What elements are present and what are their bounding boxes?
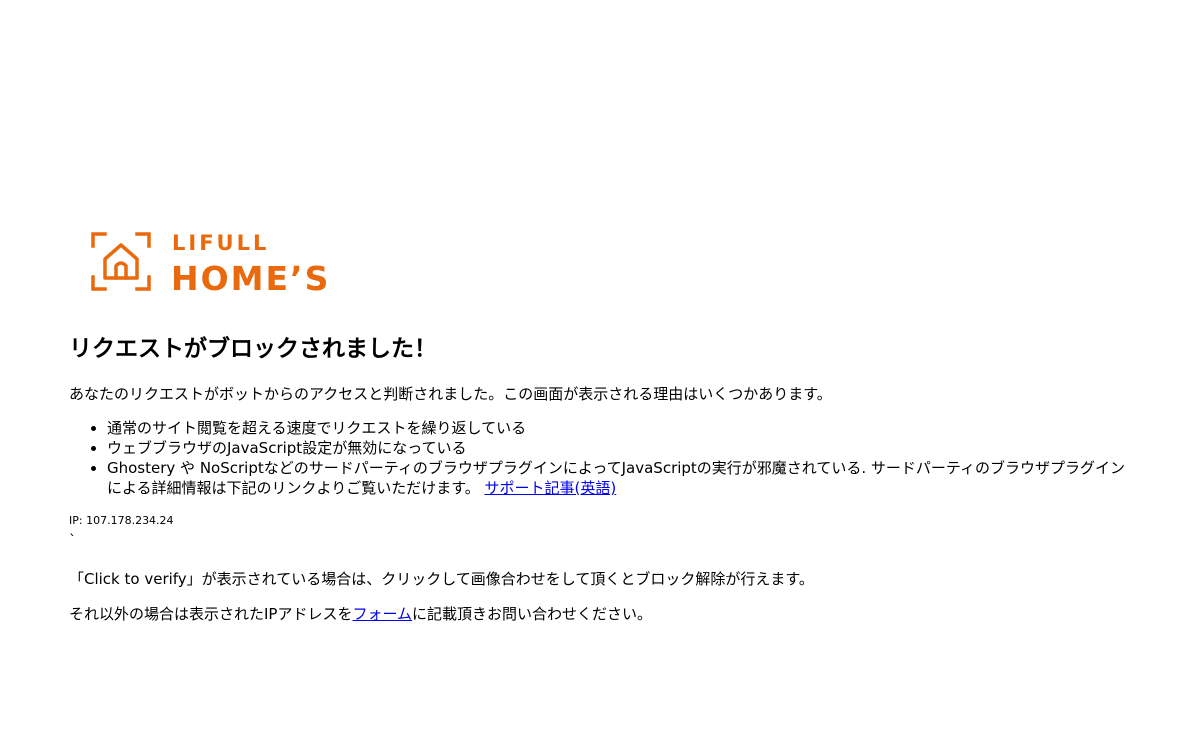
contact-form-link[interactable]: フォーム: [352, 605, 412, 623]
list-item: 通常のサイト閲覧を超える速度でリクエストを繰り返している: [107, 418, 1139, 438]
main-content: リクエストがブロックされました！ あなたのリクエストがボットからのアクセスと判断…: [69, 334, 1139, 639]
page: LIFULL HOME’S リクエストがブロックされました！ あなたのリクエスト…: [0, 0, 1200, 750]
lifull-homes-logo: LIFULL HOME’S: [90, 230, 354, 294]
reason-list: 通常のサイト閲覧を超える速度でリクエストを繰り返している ウェブブラウザのJav…: [69, 418, 1139, 498]
logo-text-lifull: LIFULL: [172, 231, 269, 255]
ip-address: IP: 107.178.234.24: [69, 514, 174, 527]
house-frame-icon: LIFULL HOME’S: [91, 231, 330, 294]
contact-note: それ以外の場合は表示されたIPアドレスをフォームに記載頂きお問い合わせください。: [69, 604, 1139, 624]
verify-note: 「Click to verify」が表示されている場合は、クリックして画像合わせ…: [69, 570, 814, 588]
stray-mark: `: [69, 533, 76, 549]
page-title: リクエストがブロックされました！: [69, 336, 437, 362]
reason-text: 通常のサイト閲覧を超える速度でリクエストを繰り返している: [107, 419, 527, 437]
list-item: Ghostery や NoScriptなどのサードパーティのブラウザプラグインに…: [107, 458, 1139, 498]
list-item: ウェブブラウザのJavaScript設定が無効になっている: [107, 438, 1139, 458]
reason-text: ウェブブラウザのJavaScript設定が無効になっている: [107, 439, 467, 457]
lead-text: あなたのリクエストがボットからのアクセスと判断されました。この画面が表示される理…: [69, 385, 832, 403]
contact-prefix: それ以外の場合は表示されたIPアドレスを: [69, 605, 353, 623]
logo-text-homes: HOME’S: [171, 259, 330, 294]
support-article-link[interactable]: サポート記事(英語): [485, 479, 617, 497]
contact-suffix: に記載頂きお問い合わせください。: [412, 605, 653, 623]
